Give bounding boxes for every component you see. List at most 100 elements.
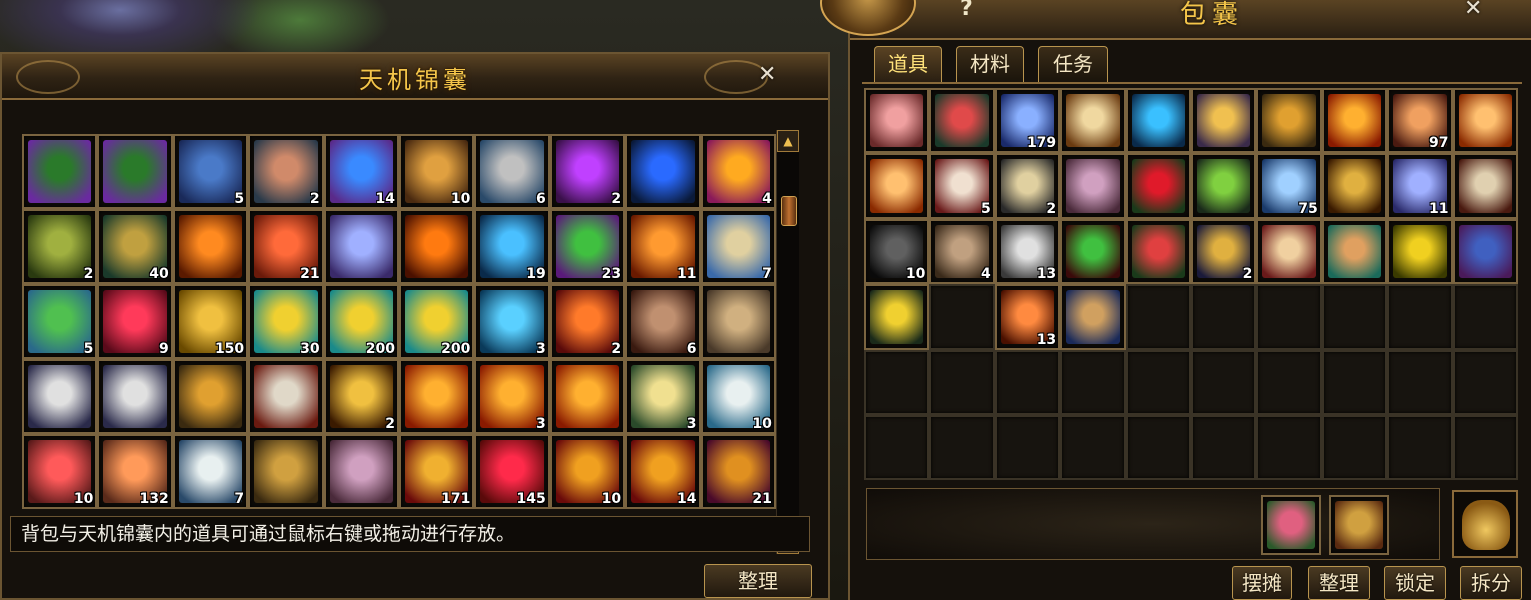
item-slot[interactable] bbox=[1190, 88, 1257, 154]
empty-item-slot[interactable] bbox=[1387, 284, 1453, 350]
close-icon[interactable]: ✕ bbox=[1464, 0, 1482, 21]
empty-item-slot[interactable] bbox=[929, 284, 995, 350]
item-slot[interactable]: 6 bbox=[625, 284, 701, 359]
item-slot[interactable]: 21 bbox=[700, 434, 776, 509]
item-slot[interactable] bbox=[1256, 218, 1322, 285]
item-slot[interactable]: 7 bbox=[700, 209, 776, 284]
sort-button[interactable]: 整理 bbox=[704, 564, 812, 598]
item-slot[interactable]: 10 bbox=[398, 134, 475, 209]
empty-item-slot[interactable] bbox=[1321, 284, 1388, 350]
item-slot[interactable]: 2 bbox=[248, 134, 324, 209]
help-icon[interactable]: ? bbox=[960, 0, 973, 21]
item-slot[interactable] bbox=[248, 434, 324, 509]
item-slot[interactable] bbox=[172, 209, 249, 284]
item-slot[interactable]: 23 bbox=[549, 209, 626, 284]
tab-items[interactable]: 道具 bbox=[874, 46, 942, 82]
empty-item-slot[interactable] bbox=[864, 349, 930, 415]
item-slot[interactable]: 145 bbox=[474, 434, 550, 509]
item-slot[interactable] bbox=[323, 434, 399, 509]
item-slot[interactable]: 132 bbox=[97, 434, 173, 509]
item-slot[interactable] bbox=[1125, 88, 1191, 154]
item-slot[interactable]: 5 bbox=[172, 134, 249, 209]
quick-slot[interactable] bbox=[1329, 495, 1389, 555]
item-slot[interactable]: 2 bbox=[323, 359, 399, 434]
item-slot[interactable] bbox=[172, 359, 249, 434]
item-slot[interactable]: 10 bbox=[549, 434, 626, 509]
split-button[interactable]: 拆分 bbox=[1460, 566, 1522, 600]
item-slot[interactable]: 2 bbox=[549, 284, 626, 359]
item-slot[interactable]: 13 bbox=[994, 218, 1061, 285]
item-slot[interactable] bbox=[22, 134, 98, 209]
item-slot[interactable]: 10 bbox=[22, 434, 98, 509]
item-slot[interactable]: 11 bbox=[1387, 153, 1453, 219]
sort-button[interactable]: 整理 bbox=[1308, 566, 1370, 600]
item-slot[interactable] bbox=[1452, 153, 1518, 219]
item-slot[interactable] bbox=[864, 153, 930, 219]
empty-item-slot[interactable] bbox=[1190, 284, 1257, 350]
item-slot[interactable]: 10 bbox=[700, 359, 776, 434]
tab-quests[interactable]: 任务 bbox=[1038, 46, 1108, 82]
item-slot[interactable]: 30 bbox=[248, 284, 324, 359]
item-slot[interactable] bbox=[864, 88, 930, 154]
item-slot[interactable]: 150 bbox=[172, 284, 249, 359]
item-slot[interactable]: 14 bbox=[625, 434, 701, 509]
empty-item-slot[interactable] bbox=[1387, 414, 1453, 481]
item-slot[interactable]: 2 bbox=[1190, 218, 1257, 285]
item-slot[interactable]: 4 bbox=[700, 134, 776, 209]
item-slot[interactable] bbox=[625, 134, 701, 209]
item-slot[interactable] bbox=[1060, 88, 1126, 154]
pouch-scrollbar[interactable]: ▲ ▼ bbox=[776, 130, 799, 554]
item-slot[interactable] bbox=[1190, 153, 1257, 219]
tab-materials[interactable]: 材料 bbox=[956, 46, 1024, 82]
empty-item-slot[interactable] bbox=[1452, 284, 1518, 350]
empty-item-slot[interactable] bbox=[1190, 414, 1257, 481]
item-slot[interactable]: 3 bbox=[625, 359, 701, 434]
item-slot[interactable]: 10 bbox=[864, 218, 930, 285]
empty-item-slot[interactable] bbox=[1452, 414, 1518, 481]
item-slot[interactable]: 179 bbox=[994, 88, 1061, 154]
empty-item-slot[interactable] bbox=[1256, 284, 1322, 350]
empty-item-slot[interactable] bbox=[1321, 414, 1388, 481]
empty-item-slot[interactable] bbox=[1060, 414, 1126, 481]
item-slot[interactable]: 200 bbox=[323, 284, 399, 359]
item-slot[interactable]: 6 bbox=[474, 134, 550, 209]
item-slot[interactable] bbox=[1321, 153, 1388, 219]
item-slot[interactable] bbox=[549, 359, 626, 434]
scroll-thumb[interactable] bbox=[781, 196, 797, 226]
empty-item-slot[interactable] bbox=[1256, 349, 1322, 415]
item-slot[interactable] bbox=[323, 209, 399, 284]
lock-button[interactable]: 锁定 bbox=[1384, 566, 1446, 600]
item-slot[interactable] bbox=[1321, 88, 1388, 154]
item-slot[interactable]: 3 bbox=[474, 284, 550, 359]
item-slot[interactable] bbox=[22, 359, 98, 434]
item-slot[interactable]: 2 bbox=[994, 153, 1061, 219]
empty-item-slot[interactable] bbox=[1256, 414, 1322, 481]
item-slot[interactable]: 11 bbox=[625, 209, 701, 284]
empty-item-slot[interactable] bbox=[929, 414, 995, 481]
item-slot[interactable]: 200 bbox=[398, 284, 475, 359]
item-slot[interactable]: 14 bbox=[323, 134, 399, 209]
item-slot[interactable]: 2 bbox=[22, 209, 98, 284]
item-slot[interactable]: 75 bbox=[1256, 153, 1322, 219]
item-slot[interactable] bbox=[1387, 218, 1453, 285]
empty-item-slot[interactable] bbox=[994, 414, 1061, 481]
item-slot[interactable] bbox=[929, 88, 995, 154]
item-slot[interactable]: 171 bbox=[398, 434, 475, 509]
item-slot[interactable]: 4 bbox=[929, 218, 995, 285]
item-slot[interactable] bbox=[1125, 218, 1191, 285]
item-slot[interactable] bbox=[864, 284, 930, 350]
item-slot[interactable] bbox=[97, 359, 173, 434]
item-slot[interactable]: 40 bbox=[97, 209, 173, 284]
item-slot[interactable] bbox=[1452, 218, 1518, 285]
empty-item-slot[interactable] bbox=[1452, 349, 1518, 415]
empty-item-slot[interactable] bbox=[1060, 349, 1126, 415]
item-slot[interactable]: 5 bbox=[22, 284, 98, 359]
empty-item-slot[interactable] bbox=[1125, 349, 1191, 415]
empty-item-slot[interactable] bbox=[1125, 284, 1191, 350]
item-slot[interactable] bbox=[398, 359, 475, 434]
scroll-up-button[interactable]: ▲ bbox=[777, 130, 799, 152]
empty-item-slot[interactable] bbox=[929, 349, 995, 415]
item-slot[interactable]: 21 bbox=[248, 209, 324, 284]
close-icon[interactable]: ✕ bbox=[758, 62, 776, 87]
item-slot[interactable]: 19 bbox=[474, 209, 550, 284]
